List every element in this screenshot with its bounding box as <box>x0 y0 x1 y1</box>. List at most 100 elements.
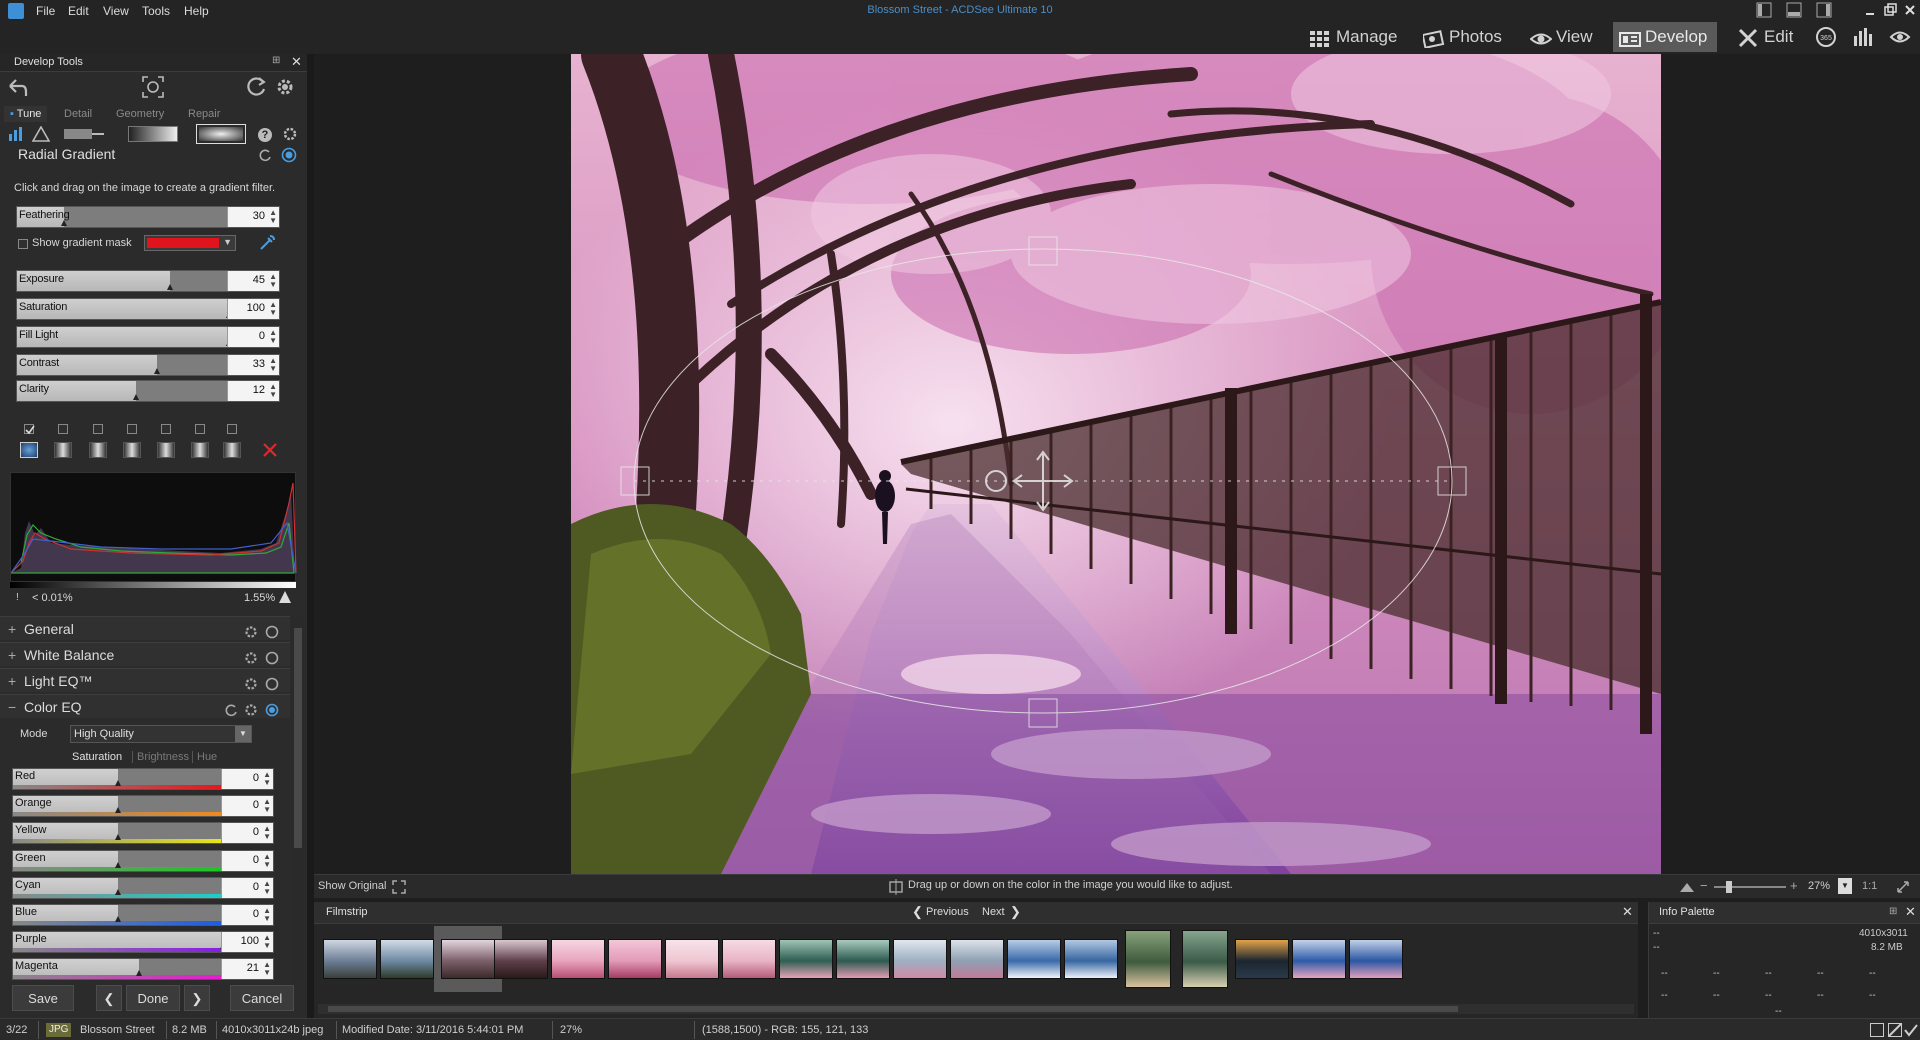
section-toggle-icon[interactable] <box>265 648 279 665</box>
filmstrip-thumbnail[interactable] <box>662 930 722 988</box>
purple-spinner-icon[interactable]: ▲ ▼ <box>263 934 271 950</box>
filmstrip-thumbnail[interactable] <box>1232 930 1292 988</box>
section-toggle-icon[interactable] <box>265 622 279 639</box>
tool-toggle-icon[interactable] <box>281 147 297 163</box>
exposure-spinner-icon[interactable]: ▲ ▼ <box>269 273 277 289</box>
cancel-button[interactable]: Cancel <box>230 985 294 1011</box>
actual-size-button[interactable]: 1:1 <box>1862 880 1877 892</box>
preset-4-swatch[interactable] <box>123 442 141 458</box>
pin-icon[interactable]: ⊞ <box>272 55 280 66</box>
restore-icon[interactable] <box>1882 2 1898 18</box>
magenta-handle[interactable] <box>136 970 142 977</box>
minimize-icon[interactable] <box>1862 2 1878 18</box>
orange-handle[interactable] <box>115 807 121 814</box>
status-square-icon[interactable] <box>1870 1023 1884 1037</box>
undo-icon[interactable] <box>4 74 30 100</box>
tab-tune[interactable]: ▪ Tune <box>4 106 48 122</box>
preset-5-swatch[interactable] <box>157 442 175 458</box>
section-settings-gear-icon[interactable] <box>244 648 258 664</box>
show-original-button[interactable]: Show Original <box>318 880 386 892</box>
filmstrip-thumbnail[interactable] <box>1061 930 1121 988</box>
filmstrip-thumbnail[interactable] <box>1289 930 1349 988</box>
feathering-spinner-icon[interactable]: ▲ ▼ <box>269 209 277 225</box>
info-pin-icon[interactable]: ⊞ <box>1889 906 1897 917</box>
preset-2-swatch[interactable] <box>54 442 72 458</box>
section-white-balance[interactable]: + White Balance <box>0 642 290 666</box>
focus-target-icon[interactable] <box>140 74 166 100</box>
section-settings-gear-icon[interactable] <box>244 674 258 690</box>
linear-gradient-tool-icon[interactable] <box>62 126 106 142</box>
exposure-slider[interactable]: Exposure 45 ▲ ▼ <box>16 270 280 292</box>
section-expand-icon[interactable]: − <box>8 695 16 719</box>
cyan-handle[interactable] <box>115 888 121 895</box>
eyedropper-icon[interactable] <box>258 234 276 252</box>
filmstrip-thumbnail[interactable] <box>605 930 665 988</box>
zoom-value[interactable]: 27% <box>1808 880 1830 892</box>
subtab-hue[interactable]: Hue <box>192 751 217 763</box>
section-settings-gear-icon[interactable] <box>244 622 258 638</box>
section-reset-icon[interactable] <box>224 700 238 717</box>
mode-edit-button[interactable]: Edit <box>1732 22 1799 52</box>
blue-saturation-slider[interactable]: Blue 0 ▲ ▼ <box>12 904 274 926</box>
tab-geometry[interactable]: Geometry <box>110 106 170 122</box>
green-spinner-icon[interactable]: ▲ ▼ <box>263 852 271 869</box>
feathering-slider[interactable]: Feathering 30 ▲ ▼ <box>16 206 280 228</box>
blue-spinner-icon[interactable]: ▲ ▼ <box>263 907 271 923</box>
refresh-eye-icon[interactable] <box>1888 26 1912 48</box>
filmstrip-thumbnail[interactable] <box>833 930 893 988</box>
yellow-saturation-slider[interactable]: Yellow 0 ▲ ▼ <box>12 822 274 845</box>
settings-gear-icon[interactable] <box>272 74 298 100</box>
panel-splitter[interactable] <box>307 54 314 1018</box>
show-gradient-mask-checkbox[interactable] <box>18 239 28 249</box>
section-expand-icon[interactable]: + <box>8 617 16 641</box>
365-icon[interactable]: 365 <box>1815 26 1837 48</box>
filmstrip-thumbnail[interactable] <box>1175 930 1235 988</box>
filmstrip-thumbnail[interactable] <box>1346 930 1406 988</box>
magenta-spinner-icon[interactable]: ▲ ▼ <box>263 961 271 977</box>
panel-scrollbar[interactable] <box>291 616 305 982</box>
preset-2-checkbox[interactable] <box>58 424 68 434</box>
fill-light-spinner-icon[interactable]: ▲ ▼ <box>269 329 277 345</box>
yellow-handle[interactable] <box>115 834 121 841</box>
section-expand-icon[interactable]: + <box>8 669 16 693</box>
magenta-saturation-slider[interactable]: Magenta 21 ▲ ▼ <box>12 958 274 981</box>
section-toggle-icon[interactable] <box>265 674 279 691</box>
mode-view-button[interactable]: View <box>1524 22 1599 52</box>
preset-1-checkbox[interactable] <box>24 424 35 435</box>
saturation-slider[interactable]: Saturation 100 ▲ ▼ <box>16 298 280 320</box>
zoom-out-icon[interactable]: − <box>1700 878 1708 893</box>
preset-5-checkbox[interactable] <box>161 424 171 434</box>
section-color-eq[interactable]: − Color EQ <box>0 694 290 718</box>
contrast-spinner-icon[interactable]: ▲ ▼ <box>269 357 277 373</box>
red-spinner-icon[interactable]: ▲ ▼ <box>263 771 271 787</box>
photo-canvas[interactable] <box>571 54 1661 874</box>
layout-left-icon[interactable] <box>1756 2 1772 18</box>
subtab-saturation[interactable]: Saturation <box>72 751 122 763</box>
preset-3-swatch[interactable] <box>89 442 107 458</box>
red-saturation-slider[interactable]: Red 0 ▲ ▼ <box>12 768 274 790</box>
high-clip-warning-icon[interactable] <box>278 590 292 604</box>
next-image-button[interactable]: ❯ <box>184 985 210 1011</box>
layout-bottom-icon[interactable] <box>1786 2 1802 18</box>
section-expand-icon[interactable]: + <box>8 643 16 667</box>
section-general[interactable]: + General <box>0 616 290 640</box>
save-button[interactable]: Save <box>12 985 74 1011</box>
section-light-eq[interactable]: + Light EQ™ <box>0 668 290 692</box>
close-window-icon[interactable] <box>1902 2 1918 18</box>
warning-tool-icon[interactable] <box>31 125 51 142</box>
mode-photos-button[interactable]: Photos <box>1417 22 1508 52</box>
previous-image-button[interactable]: ❮ <box>96 985 122 1011</box>
status-check-icon[interactable] <box>1904 1023 1918 1037</box>
zoom-in-icon[interactable]: + <box>1790 878 1798 893</box>
filmstrip-thumbnail[interactable] <box>947 930 1007 988</box>
delete-preset-icon[interactable] <box>262 442 278 458</box>
zoom-dropdown-chevron-icon[interactable]: ▼ <box>1838 878 1852 894</box>
tool-settings-gear-icon[interactable] <box>282 126 298 142</box>
mode-dropdown[interactable]: High Quality ▼ <box>70 725 252 743</box>
reset-icon[interactable] <box>244 74 268 100</box>
green-saturation-slider[interactable]: Green 0 ▲ ▼ <box>12 849 274 872</box>
section-settings-gear-icon[interactable] <box>244 700 258 716</box>
done-button[interactable]: Done <box>126 985 180 1011</box>
radial-gradient-tool-icon[interactable] <box>196 124 246 144</box>
filmstrip-thumbnail[interactable] <box>890 930 950 988</box>
